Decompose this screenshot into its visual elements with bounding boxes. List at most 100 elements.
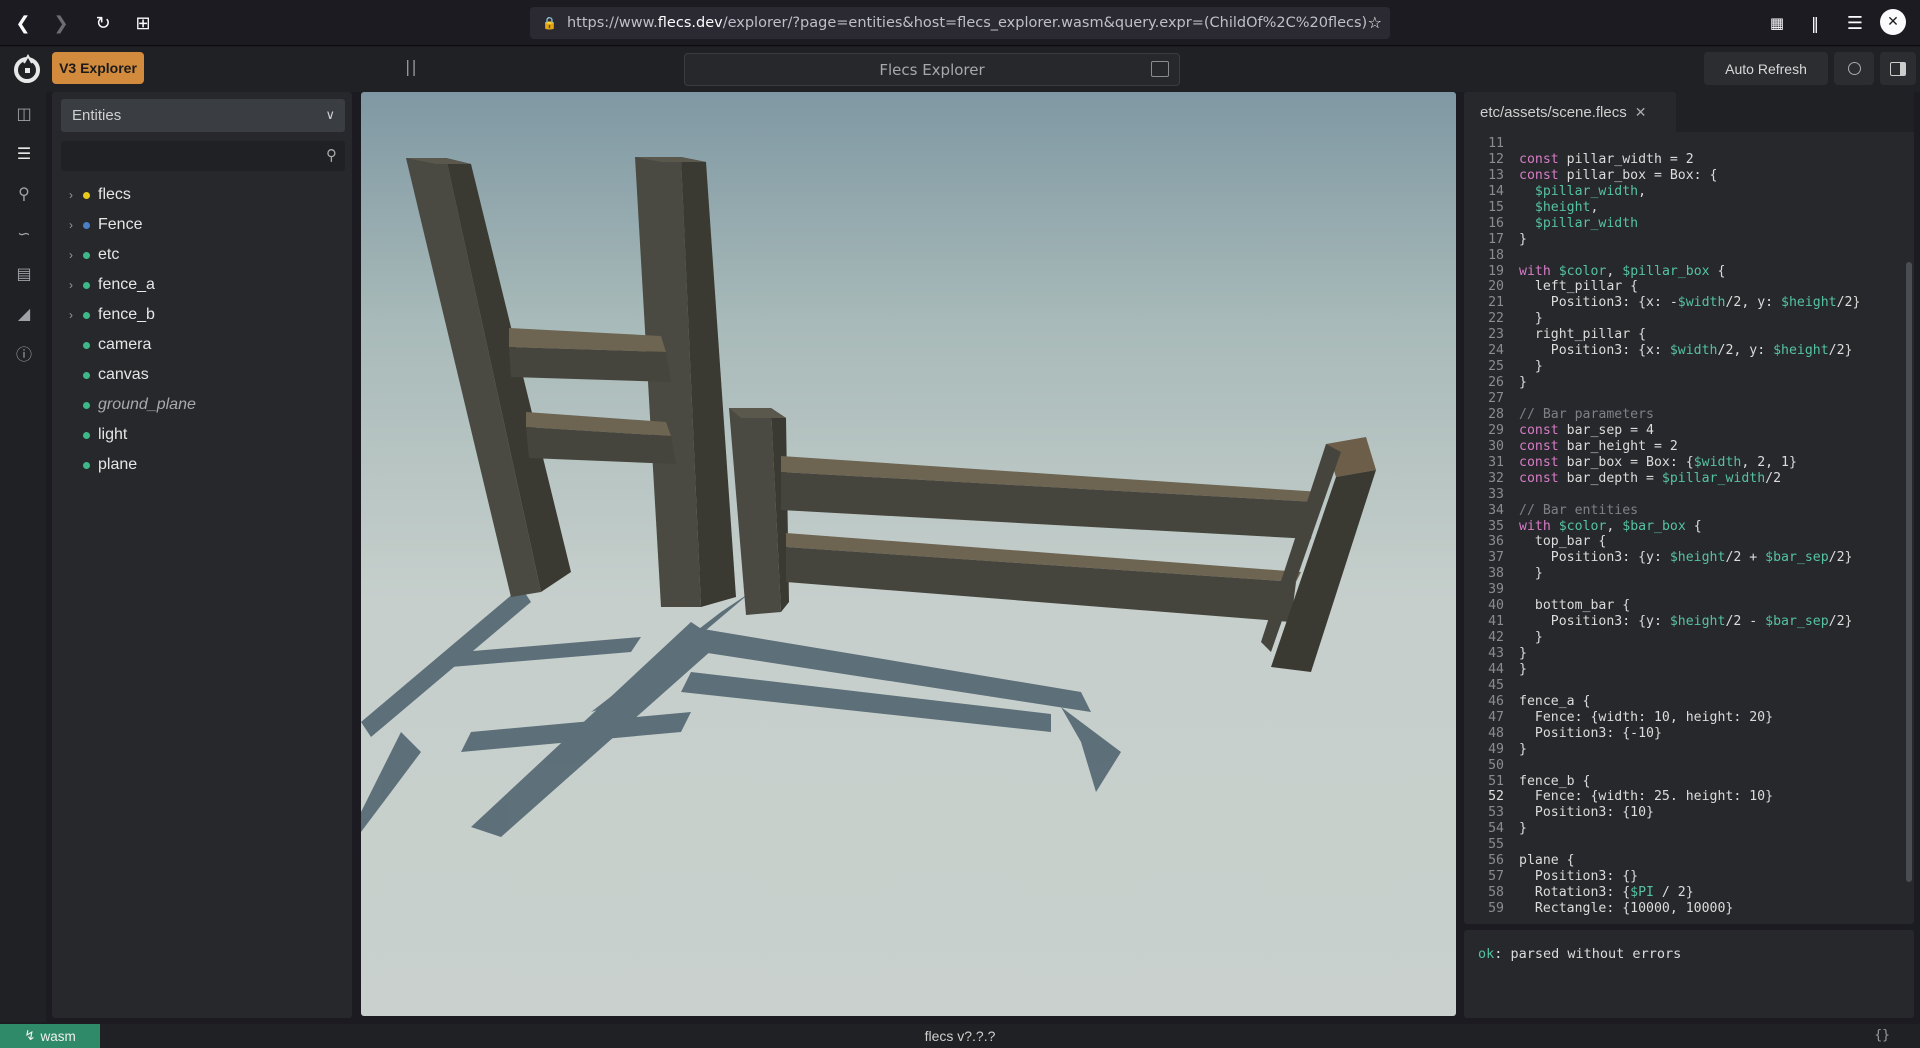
code-line[interactable]: 24 Position3: {x: $width/2, y: $height/2… — [1464, 343, 1904, 359]
book-icon[interactable]: ◫ — [13, 102, 35, 124]
tab-scene-flecs[interactable]: etc/assets/scene.flecs ✕ — [1464, 92, 1676, 132]
chart-icon[interactable]: ∽ — [13, 222, 35, 244]
code-line[interactable]: 42 } — [1464, 630, 1904, 646]
entity-tree-icon[interactable]: ☰ — [13, 142, 35, 164]
megaphone-icon[interactable]: ◢ — [13, 302, 35, 324]
chevron-right-icon[interactable]: › — [63, 218, 79, 232]
table-icon[interactable]: ▤ — [13, 262, 35, 284]
code-line[interactable]: 26} — [1464, 375, 1904, 391]
code-line[interactable]: 50 — [1464, 758, 1904, 774]
code-line[interactable]: 44} — [1464, 662, 1904, 678]
code-line[interactable]: 37 Position3: {y: $height/2 + $bar_sep/2… — [1464, 550, 1904, 566]
code-line[interactable]: 14 $pillar_width, — [1464, 184, 1904, 200]
code-line[interactable]: 30 const bar_height = 2 — [1464, 439, 1904, 455]
tree-item-camera[interactable]: camera — [61, 330, 345, 360]
command-palette-icon[interactable] — [1151, 61, 1169, 77]
code-line[interactable]: 23 right_pillar { — [1464, 327, 1904, 343]
code-line[interactable]: 54} — [1464, 821, 1904, 837]
code-line[interactable]: 13 const pillar_box = Box: { — [1464, 168, 1904, 184]
code-line[interactable]: 29 const bar_sep = 4 — [1464, 423, 1904, 439]
braces-icon[interactable]: {} — [1874, 1028, 1890, 1043]
code-line[interactable]: 41 Position3: {y: $height/2 - $bar_sep/2… — [1464, 614, 1904, 630]
code-line[interactable]: 38 } — [1464, 566, 1904, 582]
code-line[interactable]: 31 const bar_box = Box: {$width, 2, 1} — [1464, 455, 1904, 471]
new-tab-icon[interactable]: ⊞ — [128, 8, 158, 38]
scene-viewport[interactable] — [361, 92, 1456, 1016]
code-line[interactable]: 56 plane { — [1464, 853, 1904, 869]
tree-item-plane[interactable]: plane — [61, 450, 345, 480]
code-line[interactable]: 48 Position3: {-10} — [1464, 726, 1904, 742]
bookmark-star-icon[interactable]: ☆ — [1368, 13, 1382, 32]
tree-item-flecs[interactable]: › flecs — [61, 180, 345, 210]
code-line[interactable]: 17} — [1464, 232, 1904, 248]
tree-item-canvas[interactable]: canvas — [61, 360, 345, 390]
wasm-host-badge[interactable]: ↯ wasm — [0, 1024, 100, 1048]
code-line[interactable]: 51 fence_b { — [1464, 774, 1904, 790]
code-line[interactable]: 20 left_pillar { — [1464, 279, 1904, 295]
code-line[interactable]: 15 $height, — [1464, 200, 1904, 216]
chevron-right-icon[interactable]: › — [63, 278, 79, 292]
code-line[interactable]: 57 Position3: {} — [1464, 869, 1904, 885]
code-line[interactable]: 19 with $color, $pillar_box { — [1464, 264, 1904, 280]
code-line[interactable]: 36 top_bar { — [1464, 534, 1904, 550]
library-icon[interactable]: ‖ — [1800, 8, 1830, 38]
code-line[interactable]: 27 — [1464, 391, 1904, 407]
code-line[interactable]: 32 const bar_depth = $pillar_width/2 — [1464, 471, 1904, 487]
page-selector[interactable]: Entities ∨ — [61, 99, 345, 132]
code-line[interactable]: 47 Fence: {width: 10, height: 20} — [1464, 710, 1904, 726]
tree-item-etc[interactable]: › etc — [61, 240, 345, 270]
chevron-right-icon[interactable]: › — [63, 248, 79, 262]
code-line[interactable]: 18 — [1464, 248, 1904, 264]
scene-canvas[interactable] — [361, 92, 1456, 1016]
toggle-panel-button[interactable] — [1880, 52, 1916, 85]
close-tab-icon[interactable]: ✕ — [1635, 104, 1647, 121]
code-line[interactable]: 39 — [1464, 582, 1904, 598]
menu-icon[interactable]: ☰ — [1840, 8, 1870, 38]
entity-search-input[interactable]: ⚲ — [61, 141, 345, 171]
search-icon[interactable]: ⚲ — [13, 182, 35, 204]
code-line[interactable]: 22 } — [1464, 311, 1904, 327]
back-icon[interactable]: ❮ — [8, 8, 38, 38]
code-line[interactable]: 59 Rectangle: {10000, 10000} — [1464, 901, 1904, 916]
forward-icon[interactable]: ❯ — [46, 8, 76, 38]
editor-scrollbar[interactable] — [1906, 262, 1912, 882]
reload-icon[interactable]: ↻ — [88, 8, 118, 38]
tree-item-fence-a[interactable]: › fence_a — [61, 270, 345, 300]
code-line[interactable]: 58 Rotation3: {$PI / 2} — [1464, 885, 1904, 901]
tree-item-ground-plane[interactable]: ground_plane — [61, 390, 345, 420]
code-line[interactable]: 52 Fence: {width: 25. height: 10} — [1464, 789, 1904, 805]
code-line[interactable]: 21 Position3: {x: -$width/2, y: $height/… — [1464, 295, 1904, 311]
code-text: Position3: {x: -$width/2, y: $height/2} — [1519, 295, 1861, 311]
code-line[interactable]: 25 } — [1464, 359, 1904, 375]
entity-dot-icon — [83, 191, 90, 199]
auto-refresh-button[interactable]: Auto Refresh — [1704, 52, 1828, 85]
code-line[interactable]: 43} — [1464, 646, 1904, 662]
pause-icon[interactable]: || — [405, 57, 418, 76]
code-line[interactable]: 53 Position3: {10} — [1464, 805, 1904, 821]
info-icon[interactable]: ⓘ — [13, 342, 35, 364]
close-window-icon[interactable]: ✕ — [1880, 9, 1906, 35]
code-line[interactable]: 16 $pillar_width — [1464, 216, 1904, 232]
command-title-box[interactable]: Flecs Explorer — [684, 53, 1180, 86]
v3-explorer-badge[interactable]: V3 Explorer — [52, 52, 144, 84]
code-line[interactable]: 45 — [1464, 678, 1904, 694]
chevron-right-icon[interactable]: › — [63, 308, 79, 322]
code-line[interactable]: 55 — [1464, 837, 1904, 853]
extensions-grid-icon[interactable]: ▦ — [1762, 8, 1792, 38]
code-area[interactable]: 11 12 const pillar_width = 2 13 const pillar… — [1464, 136, 1904, 916]
status-circle-button[interactable] — [1834, 52, 1874, 85]
code-line[interactable]: 28 // Bar parameters — [1464, 407, 1904, 423]
tree-item-light[interactable]: light — [61, 420, 345, 450]
code-line[interactable]: 34 // Bar entities — [1464, 503, 1904, 519]
url-bar[interactable]: 🔒 https://www.flecs.dev/explorer/?page=e… — [530, 7, 1390, 39]
code-line[interactable]: 33 — [1464, 487, 1904, 503]
code-line[interactable]: 11 — [1464, 136, 1904, 152]
code-line[interactable]: 46 fence_a { — [1464, 694, 1904, 710]
chevron-right-icon[interactable]: › — [63, 188, 79, 202]
code-line[interactable]: 49} — [1464, 742, 1904, 758]
tree-item-fence[interactable]: › Fence — [61, 210, 345, 240]
code-line[interactable]: 12 const pillar_width = 2 — [1464, 152, 1904, 168]
code-line[interactable]: 40 bottom_bar { — [1464, 598, 1904, 614]
tree-item-fence-b[interactable]: › fence_b — [61, 300, 345, 330]
code-line[interactable]: 35 with $color, $bar_box { — [1464, 519, 1904, 535]
